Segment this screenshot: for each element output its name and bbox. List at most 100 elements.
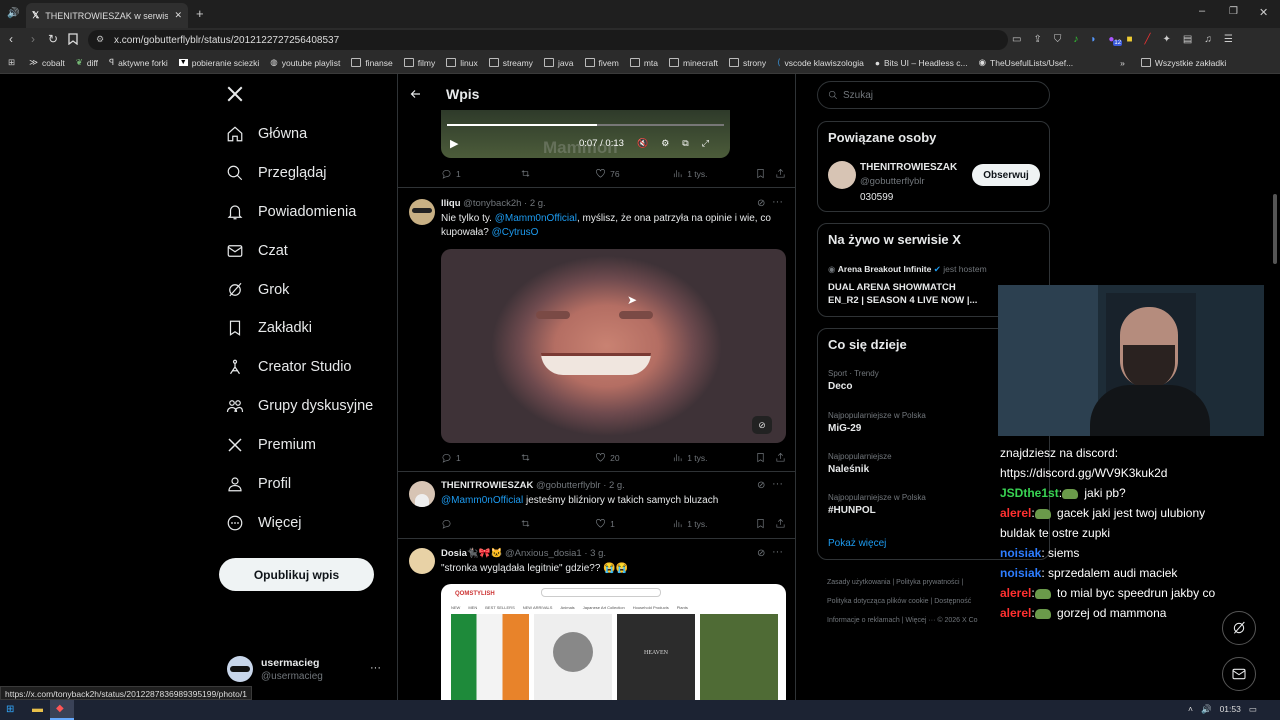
bookmark-folder[interactable]: linux [446, 58, 478, 68]
nav-profile[interactable]: Profil [226, 475, 291, 493]
bookmark-folder[interactable]: minecraft [669, 58, 718, 68]
file-explorer-icon[interactable]: ▬ [32, 703, 43, 715]
mention-link[interactable]: @CytrusO [492, 227, 539, 238]
site-settings-icon[interactable]: ⚙ [96, 34, 104, 45]
speaker-icon[interactable]: 🔊 [7, 8, 19, 19]
bookmark-button[interactable] [755, 518, 775, 529]
notification-icon[interactable]: ▭ [1249, 704, 1257, 715]
like-button[interactable]: 76 [595, 168, 672, 179]
apps-grid-icon[interactable]: ⊞ [8, 57, 15, 68]
video-progress-track[interactable] [447, 124, 724, 126]
windows-start-icon[interactable]: ⊞ [6, 704, 14, 715]
video-player[interactable]: Mammon ▶ 0:07 / 0:13 🔇 ⚙ ⧉ ⤢ [441, 110, 730, 158]
views-button[interactable]: 1 tys. [672, 452, 755, 463]
page-scrollbar[interactable] [1273, 194, 1277, 264]
new-tab-button[interactable]: + [196, 6, 204, 21]
bookmark-folder[interactable]: fivem [584, 58, 619, 68]
trend-item[interactable]: Najpopularniejsze w Polska #HUNPOL [828, 491, 926, 517]
bookmark-folder[interactable]: java [543, 58, 574, 68]
live-host[interactable]: ◉ Arena Breakout Infinite ✔ jest hostem [828, 264, 987, 275]
grok-tweet-icon[interactable]: ⊘ [757, 548, 765, 559]
extension-yellow-icon[interactable]: ■ [1126, 34, 1132, 45]
search-input[interactable]: Szukaj [817, 81, 1050, 109]
close-window-button[interactable]: ✕ [1259, 6, 1268, 19]
grok-tweet-icon[interactable]: ⊘ [757, 480, 765, 491]
nav-communities[interactable]: Grupy dyskusyjne [226, 397, 373, 415]
sidebar-toggle-icon[interactable]: ▤ [1183, 34, 1192, 45]
share-button[interactable] [775, 168, 786, 179]
mention-link[interactable]: @Mamm0nOfficial [441, 495, 523, 506]
tweet-avatar[interactable] [409, 481, 435, 507]
grok-tweet-icon[interactable]: ⊘ [757, 198, 765, 209]
user-avatar[interactable] [227, 656, 253, 682]
nav-bookmarks[interactable]: Zakładki [226, 319, 312, 337]
shield-icon[interactable]: ⛉ [1054, 34, 1062, 45]
volume-icon[interactable]: 🔊 [1201, 704, 1212, 715]
bookmark-item[interactable]: ◍ youtube playlist [270, 57, 340, 68]
bookmark-item[interactable]: ◉ TheUsefulLists/Usef... [979, 57, 1074, 68]
tweet-image[interactable]: ⊘ ➤ [441, 249, 786, 443]
menu-icon[interactable]: ☰ [1224, 34, 1233, 45]
reply-tweet[interactable]: Dosia🐈‍⬛🎀🐱 @Anxious_dosia1 · 3 g. ⊘ ··· … [398, 538, 795, 700]
media-icon[interactable]: ♫ [1204, 34, 1212, 45]
share-button[interactable] [775, 518, 786, 529]
reply-button[interactable]: 1 [441, 452, 520, 463]
reply-button[interactable] [441, 518, 520, 529]
browser-taskbar-item[interactable]: ◆ [50, 700, 74, 720]
bookmark-item[interactable]: ⟨ vscode klawiszologia [777, 57, 864, 68]
nav-creator-studio[interactable]: Creator Studio [226, 358, 352, 376]
nav-notifications[interactable]: Powiadomienia [226, 203, 356, 221]
forward-icon[interactable]: › [31, 32, 35, 46]
nav-chat[interactable]: Czat [226, 242, 288, 260]
shop-screenshot-image[interactable]: QOMSTYLISH NEW MEN BEST SELLERS NEW ARRIVAL… [441, 584, 786, 700]
nav-grok[interactable]: Grok [226, 281, 289, 299]
bookmark-button[interactable] [755, 452, 775, 463]
tweet-more-icon[interactable]: ··· [772, 478, 783, 490]
repost-button[interactable] [520, 452, 595, 463]
restore-button[interactable]: ❐ [1229, 6, 1238, 17]
nav-premium[interactable]: Premium [226, 436, 316, 454]
views-button[interactable]: 1 tys. [672, 518, 755, 529]
bookmark-folder[interactable]: strony [728, 58, 766, 68]
play-icon[interactable]: ▶ [450, 137, 458, 150]
bookmark-folder[interactable]: finanse [351, 58, 393, 68]
bookmark-page-icon[interactable] [68, 33, 78, 45]
share-icon[interactable]: ⇪ [1033, 34, 1041, 45]
repost-button[interactable] [520, 518, 595, 529]
grok-image-icon[interactable]: ⊘ [752, 416, 772, 434]
reply-tweet[interactable]: THENITROWIESZAK @gobutterflyblr · 2 g. ⊘… [398, 471, 795, 538]
follow-button[interactable]: Obserwuj [972, 164, 1040, 186]
messages-float-button[interactable] [1222, 657, 1256, 691]
bookmark-folder[interactable]: mta [629, 58, 658, 68]
repost-button[interactable] [520, 168, 595, 179]
pip-icon[interactable]: ⧉ [682, 138, 688, 149]
show-more-link[interactable]: Pokaż więcej [828, 538, 886, 549]
trend-item[interactable]: Najpopularniejsze Naleśnik [828, 450, 892, 476]
bookmark-folder[interactable]: streamy [488, 58, 533, 68]
url-field[interactable]: ⚙ x.com/gobutterflyblr/status/2012122727… [88, 30, 1008, 50]
tweet-more-icon[interactable]: ··· [772, 546, 783, 558]
views-button[interactable]: 1 tys. [672, 168, 755, 179]
trend-item[interactable]: Najpopularniejsze w Polska MiG-29 [828, 409, 926, 435]
bookmark-button[interactable] [755, 168, 775, 179]
extension-red-icon[interactable]: ╱ [1144, 34, 1150, 45]
like-button[interactable]: 20 [595, 452, 672, 463]
nav-home[interactable]: Główna [226, 125, 307, 143]
live-title[interactable]: DUAL ARENA SHOWMATCH EN_R2 | SEASON 4 LI… [828, 281, 988, 307]
related-name[interactable]: THENITROWIESZAK [860, 162, 957, 173]
extension-music-icon[interactable]: ♪ [1073, 34, 1078, 45]
bookmark-item[interactable]: ❦ diff [76, 57, 98, 68]
related-avatar[interactable] [828, 161, 856, 189]
post-button[interactable]: Opublikuj wpis [219, 558, 374, 591]
cast-icon[interactable]: ▭ [1012, 34, 1021, 45]
reply-button[interactable]: 1 [441, 168, 520, 179]
extension-badge-icon[interactable]: ● 12 [1108, 34, 1123, 46]
footer-links[interactable]: Zasady użytkowania | Polityka prywatnośc… [827, 573, 978, 630]
bookmark-item[interactable]: ≫ cobalt [29, 57, 65, 68]
account-name[interactable]: usermacieg [261, 657, 319, 669]
tab-close-icon[interactable]: ✕ [174, 10, 182, 21]
nav-more[interactable]: Więcej [226, 514, 302, 532]
tweet-avatar[interactable] [409, 548, 435, 574]
bookmark-folder[interactable]: Wszystkie zakładki [1140, 58, 1226, 68]
bookmark-item[interactable]: ▼ pobieranie sciezki [178, 58, 259, 68]
